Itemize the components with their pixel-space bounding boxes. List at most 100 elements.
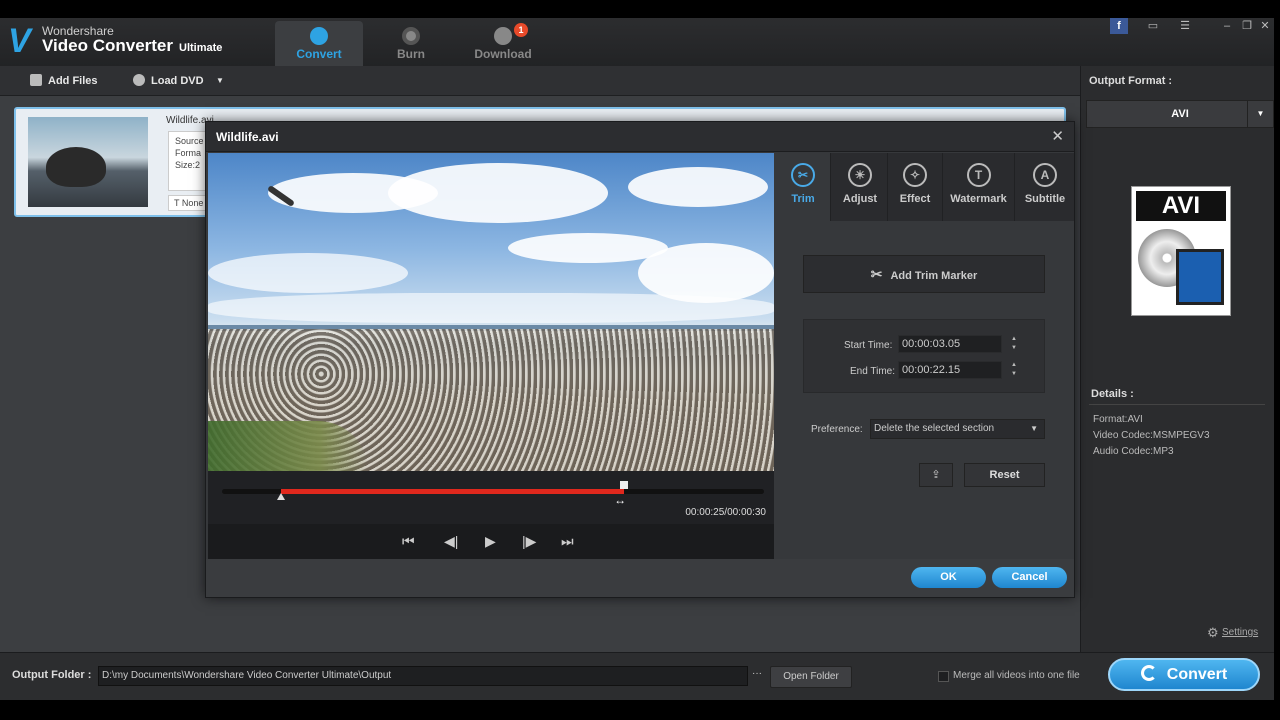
trim-end-handle[interactable] <box>620 481 629 489</box>
file-info-line: Source <box>175 136 204 146</box>
playback-controls: ⏮ ◀︎| ▶ |▶︎ ⏭ <box>208 524 774 559</box>
menu-icon[interactable]: ☰ <box>1176 18 1194 34</box>
step-back-icon[interactable]: ◀︎| <box>444 533 458 550</box>
tab-convert[interactable]: Convert <box>275 21 363 66</box>
add-trim-marker-button[interactable]: ✂ Add Trim Marker <box>803 255 1045 293</box>
minimize-icon[interactable]: – <box>1218 18 1236 34</box>
format-card[interactable]: AVI <box>1131 186 1231 316</box>
screen-border-bottom <box>0 700 1280 720</box>
output-folder-label: Output Folder : <box>12 669 92 681</box>
subtitle-icon: A <box>1033 163 1057 187</box>
brand-main: Video Converter <box>42 36 174 55</box>
trim-times: Start Time: 00:00:03.05 ▲ ▼ End Time: 00:… <box>803 319 1045 393</box>
convert-button[interactable]: Convert <box>1108 658 1260 691</box>
close-icon[interactable]: ✕ <box>1256 18 1274 34</box>
output-format-select[interactable]: AVI ▼ <box>1086 100 1274 128</box>
skip-forward-icon[interactable]: ⏭ <box>561 533 574 550</box>
chat-icon[interactable]: ▭ <box>1144 18 1162 34</box>
tab-download-label: Download <box>474 47 532 61</box>
start-time-input[interactable]: 00:00:03.05 <box>898 335 1002 353</box>
play-icon[interactable]: ▶ <box>485 533 496 550</box>
tab-effect[interactable]: ✧ Effect <box>888 153 943 221</box>
time-readout: 00:00:25/00:00:30 <box>685 507 766 518</box>
file-info-line: Size:2 <box>175 160 201 170</box>
screen-border-top <box>0 0 1280 18</box>
preference-select[interactable]: Delete the selected section ▼ <box>870 419 1045 439</box>
skip-back-icon[interactable]: ⏮ <box>402 533 415 550</box>
gear-icon[interactable]: ⚙ <box>1207 626 1219 639</box>
trim-start-handle[interactable] <box>276 493 285 500</box>
tab-watermark[interactable]: T Watermark <box>943 153 1015 221</box>
output-format-panel: Output Format : AVI ▼ AVI Details : Form… <box>1080 66 1274 652</box>
tab-watermark-label: Watermark <box>950 193 1007 205</box>
convert-icon <box>1140 665 1157 681</box>
scissors-icon: ✂ <box>791 163 815 187</box>
video-thumbnail <box>28 117 148 207</box>
reset-button[interactable]: Reset <box>964 463 1045 487</box>
watermark-icon: T <box>966 163 991 187</box>
file-info-line: Forma <box>175 148 202 158</box>
close-icon[interactable]: ✕ <box>1051 127 1064 145</box>
convert-label: Convert <box>1166 666 1228 683</box>
merge-label: Merge all videos into one file <box>953 670 1080 681</box>
export-button[interactable]: ⇪ <box>919 463 953 487</box>
tab-trim[interactable]: ✂ Trim <box>776 153 831 221</box>
cancel-button[interactable]: Cancel <box>992 567 1067 588</box>
tab-subtitle-label: Subtitle <box>1024 193 1066 205</box>
format-card-title: AVI <box>1136 191 1226 221</box>
download-badge: 1 <box>514 23 528 37</box>
step-forward-icon[interactable]: |▶︎ <box>522 533 536 550</box>
tab-effect-label: Effect <box>899 193 931 205</box>
add-files-button[interactable]: Add Files <box>30 70 98 92</box>
timeline: ↔ 00:00:25/00:00:30 <box>208 471 774 524</box>
tab-adjust-label: Adjust <box>842 193 878 205</box>
dialog-title: Wildlife.avi <box>216 130 279 144</box>
output-folder-input[interactable]: D:\my Documents\Wondershare Video Conver… <box>98 666 748 686</box>
disc-icon <box>402 27 420 45</box>
detail-video-codec: Video Codec:MSMPEGV3 <box>1093 430 1210 441</box>
tab-download[interactable]: 1 Download <box>459 21 547 66</box>
tab-subtitle[interactable]: A Subtitle <box>1016 153 1074 221</box>
resize-cursor-icon: ↔ <box>614 493 627 507</box>
subtitle-select[interactable]: T None <box>168 195 208 211</box>
end-time-stepper[interactable]: ▲ ▼ <box>1008 361 1020 379</box>
scissors-icon: ✂ <box>870 266 883 282</box>
browse-button[interactable]: ··· <box>748 666 766 686</box>
start-time-stepper[interactable]: ▲ ▼ <box>1008 335 1020 353</box>
details-label: Details : <box>1091 388 1134 400</box>
restore-icon[interactable]: ❐ <box>1238 18 1256 34</box>
toolbar: Add Files Load DVD ▼ <box>0 66 1080 96</box>
preference-label: Preference: <box>811 424 863 435</box>
ok-button[interactable]: OK <box>911 567 986 588</box>
end-time-input[interactable]: 00:00:22.15 <box>898 361 1002 379</box>
trim-track[interactable]: ↔ <box>222 481 764 507</box>
chevron-down-icon[interactable]: ▼ <box>1247 101 1273 127</box>
detail-format: Format:AVI <box>1093 414 1143 425</box>
trim-selection[interactable] <box>280 489 625 494</box>
app-window: V Wondershare Video Converter Ultimate C… <box>0 0 1280 720</box>
tab-adjust[interactable]: ☀ Adjust <box>833 153 888 221</box>
facebook-icon[interactable]: f <box>1110 18 1128 34</box>
output-format-value: AVI <box>1171 108 1189 120</box>
export-icon: ⇪ <box>931 469 941 481</box>
dvd-icon <box>133 74 145 86</box>
load-dvd-button[interactable]: Load DVD <box>133 70 204 92</box>
edit-tabs: ✂ Trim ☀ Adjust ✧ Effect T Watermark A S… <box>776 153 1074 221</box>
detail-audio-codec: Audio Codec:MP3 <box>1093 446 1174 457</box>
tab-convert-label: Convert <box>296 47 342 61</box>
effect-icon: ✧ <box>903 163 927 187</box>
tab-burn[interactable]: Burn <box>367 21 455 66</box>
output-format-label: Output Format : <box>1089 75 1173 87</box>
merge-checkbox[interactable] <box>938 671 949 682</box>
download-icon <box>494 27 512 45</box>
load-dvd-dropdown[interactable]: ▼ <box>216 70 224 92</box>
preference-value: Delete the selected section <box>874 423 995 434</box>
dialog-title-bar: Wildlife.avi ✕ <box>206 122 1074 152</box>
settings-link[interactable]: Settings <box>1222 627 1258 638</box>
open-folder-button[interactable]: Open Folder <box>770 666 852 688</box>
add-trim-marker-label: Add Trim Marker <box>890 270 978 282</box>
title-bar: V Wondershare Video Converter Ultimate C… <box>0 18 1274 66</box>
start-time-label: Start Time: <box>844 340 893 351</box>
tab-burn-label: Burn <box>397 47 425 61</box>
screen-border-right <box>1274 0 1280 720</box>
